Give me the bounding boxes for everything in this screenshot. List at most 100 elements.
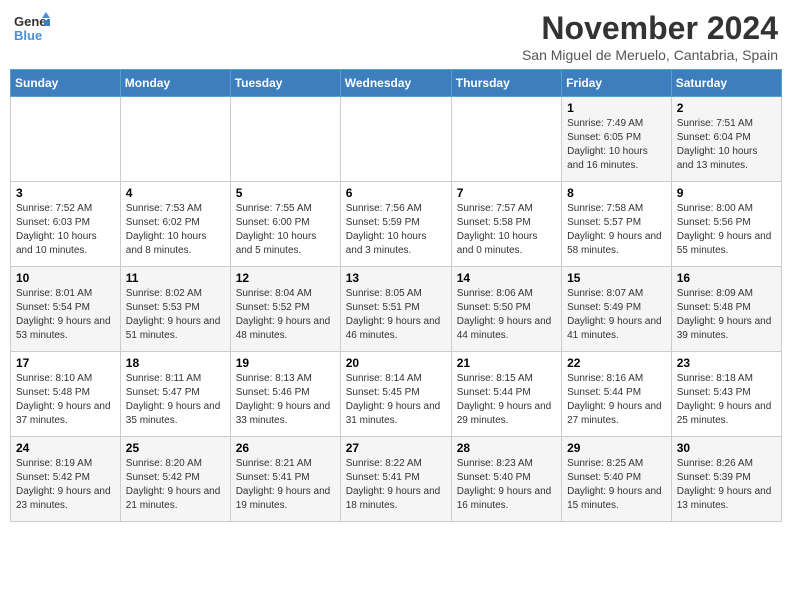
- day-number: 13: [346, 271, 446, 285]
- day-number: 8: [567, 186, 666, 200]
- calendar-week-2: 3 Sunrise: 7:52 AMSunset: 6:03 PMDaylight…: [11, 182, 782, 267]
- calendar-cell: 2 Sunrise: 7:51 AMSunset: 6:04 PMDaylight…: [671, 97, 781, 182]
- calendar-cell: [11, 97, 121, 182]
- calendar-cell: 1 Sunrise: 7:49 AMSunset: 6:05 PMDaylight…: [562, 97, 672, 182]
- logo-icon: General Blue: [14, 10, 50, 46]
- calendar-cell: [120, 97, 230, 182]
- calendar-cell: [230, 97, 340, 182]
- day-number: 18: [126, 356, 225, 370]
- weekday-header-monday: Monday: [120, 70, 230, 97]
- calendar-cell: 9 Sunrise: 8:00 AMSunset: 5:56 PMDaylight…: [671, 182, 781, 267]
- calendar-cell: 7 Sunrise: 7:57 AMSunset: 5:58 PMDaylight…: [451, 182, 561, 267]
- day-info: Sunrise: 7:51 AMSunset: 6:04 PMDaylight:…: [677, 117, 776, 173]
- day-number: 10: [16, 271, 115, 285]
- weekday-header-wednesday: Wednesday: [340, 70, 451, 97]
- calendar-cell: 17Sunrise: 8:10 AMSunset: 5:48 PMDayligh…: [11, 352, 121, 437]
- calendar-cell: 8 Sunrise: 7:58 AMSunset: 5:57 PMDaylight…: [562, 182, 672, 267]
- day-number: 6: [346, 186, 446, 200]
- day-info: Sunrise: 7:55 AMSunset: 6:00 PMDaylight:…: [236, 202, 335, 258]
- title-block: November 2024 San Miguel de Meruelo, Can…: [522, 10, 778, 63]
- calendar-cell: 16 Sunrise: 8:09 AMSunset: 5:48 PMDayligh…: [671, 267, 781, 352]
- day-info: Sunrise: 8:06 AMSunset: 5:50 PMDaylight:…: [457, 287, 556, 343]
- day-info: Sunrise: 8:23 AMSunset: 5:40 PMDaylight:…: [457, 457, 556, 513]
- day-info: Sunrise: 8:11 AMSunset: 5:47 PMDaylight:…: [126, 372, 225, 428]
- day-number: 5: [236, 186, 335, 200]
- calendar-week-1: 1 Sunrise: 7:49 AMSunset: 6:05 PMDaylight…: [11, 97, 782, 182]
- calendar-cell: 4Sunrise: 7:53 AMSunset: 6:02 PMDaylight…: [120, 182, 230, 267]
- calendar-cell: 12 Sunrise: 8:04 AMSunset: 5:52 PMDayligh…: [230, 267, 340, 352]
- calendar-cell: 6 Sunrise: 7:56 AMSunset: 5:59 PMDaylight…: [340, 182, 451, 267]
- day-number: 15: [567, 271, 666, 285]
- day-number: 16: [677, 271, 776, 285]
- calendar-cell: 11Sunrise: 8:02 AMSunset: 5:53 PMDayligh…: [120, 267, 230, 352]
- calendar-table: SundayMondayTuesdayWednesdayThursdayFrid…: [10, 69, 782, 522]
- calendar-cell: 14Sunrise: 8:06 AMSunset: 5:50 PMDayligh…: [451, 267, 561, 352]
- day-number: 29: [567, 441, 666, 455]
- day-info: Sunrise: 8:15 AMSunset: 5:44 PMDaylight:…: [457, 372, 556, 428]
- calendar-cell: 10Sunrise: 8:01 AMSunset: 5:54 PMDayligh…: [11, 267, 121, 352]
- day-info: Sunrise: 8:09 AMSunset: 5:48 PMDaylight:…: [677, 287, 776, 343]
- month-title: November 2024: [522, 10, 778, 47]
- calendar-cell: 18 Sunrise: 8:11 AMSunset: 5:47 PMDayligh…: [120, 352, 230, 437]
- day-info: Sunrise: 8:16 AMSunset: 5:44 PMDaylight:…: [567, 372, 666, 428]
- weekday-header-thursday: Thursday: [451, 70, 561, 97]
- calendar-cell: 23 Sunrise: 8:18 AMSunset: 5:43 PMDayligh…: [671, 352, 781, 437]
- calendar-cell: [451, 97, 561, 182]
- calendar-cell: 25Sunrise: 8:20 AMSunset: 5:42 PMDayligh…: [120, 437, 230, 522]
- day-number: 3: [16, 186, 115, 200]
- calendar-cell: 15Sunrise: 8:07 AMSunset: 5:49 PMDayligh…: [562, 267, 672, 352]
- calendar-body: 1 Sunrise: 7:49 AMSunset: 6:05 PMDaylight…: [11, 97, 782, 522]
- day-number: 22: [567, 356, 666, 370]
- day-number: 30: [677, 441, 776, 455]
- day-info: Sunrise: 7:56 AMSunset: 5:59 PMDaylight:…: [346, 202, 446, 258]
- day-info: Sunrise: 8:18 AMSunset: 5:43 PMDaylight:…: [677, 372, 776, 428]
- day-number: 9: [677, 186, 776, 200]
- day-info: Sunrise: 8:25 AMSunset: 5:40 PMDaylight:…: [567, 457, 666, 513]
- day-number: 19: [236, 356, 335, 370]
- day-info: Sunrise: 8:00 AMSunset: 5:56 PMDaylight:…: [677, 202, 776, 258]
- day-number: 1: [567, 101, 666, 115]
- day-number: 25: [126, 441, 225, 455]
- day-number: 12: [236, 271, 335, 285]
- calendar-cell: [340, 97, 451, 182]
- calendar-cell: 26 Sunrise: 8:21 AMSunset: 5:41 PMDayligh…: [230, 437, 340, 522]
- calendar-cell: 22 Sunrise: 8:16 AMSunset: 5:44 PMDayligh…: [562, 352, 672, 437]
- calendar-cell: 21Sunrise: 8:15 AMSunset: 5:44 PMDayligh…: [451, 352, 561, 437]
- calendar-cell: 13 Sunrise: 8:05 AMSunset: 5:51 PMDayligh…: [340, 267, 451, 352]
- calendar-week-4: 17Sunrise: 8:10 AMSunset: 5:48 PMDayligh…: [11, 352, 782, 437]
- day-number: 26: [236, 441, 335, 455]
- calendar-cell: 29 Sunrise: 8:25 AMSunset: 5:40 PMDayligh…: [562, 437, 672, 522]
- day-info: Sunrise: 8:22 AMSunset: 5:41 PMDaylight:…: [346, 457, 446, 513]
- weekday-header-friday: Friday: [562, 70, 672, 97]
- day-number: 4: [126, 186, 225, 200]
- weekday-header-saturday: Saturday: [671, 70, 781, 97]
- day-number: 11: [126, 271, 225, 285]
- calendar-cell: 19 Sunrise: 8:13 AMSunset: 5:46 PMDayligh…: [230, 352, 340, 437]
- day-info: Sunrise: 7:58 AMSunset: 5:57 PMDaylight:…: [567, 202, 666, 258]
- calendar-week-3: 10Sunrise: 8:01 AMSunset: 5:54 PMDayligh…: [11, 267, 782, 352]
- calendar-cell: 28Sunrise: 8:23 AMSunset: 5:40 PMDayligh…: [451, 437, 561, 522]
- calendar-cell: 3 Sunrise: 7:52 AMSunset: 6:03 PMDaylight…: [11, 182, 121, 267]
- day-info: Sunrise: 8:04 AMSunset: 5:52 PMDaylight:…: [236, 287, 335, 343]
- svg-text:Blue: Blue: [14, 28, 42, 43]
- day-info: Sunrise: 8:05 AMSunset: 5:51 PMDaylight:…: [346, 287, 446, 343]
- calendar-cell: 30 Sunrise: 8:26 AMSunset: 5:39 PMDayligh…: [671, 437, 781, 522]
- day-info: Sunrise: 7:52 AMSunset: 6:03 PMDaylight:…: [16, 202, 115, 258]
- location-title: San Miguel de Meruelo, Cantabria, Spain: [522, 47, 778, 63]
- day-info: Sunrise: 7:57 AMSunset: 5:58 PMDaylight:…: [457, 202, 556, 258]
- day-info: Sunrise: 8:19 AMSunset: 5:42 PMDaylight:…: [16, 457, 115, 513]
- weekday-header-tuesday: Tuesday: [230, 70, 340, 97]
- day-number: 2: [677, 101, 776, 115]
- day-info: Sunrise: 8:21 AMSunset: 5:41 PMDaylight:…: [236, 457, 335, 513]
- weekday-header-sunday: Sunday: [11, 70, 121, 97]
- logo: General Blue: [14, 10, 50, 46]
- day-info: Sunrise: 7:49 AMSunset: 6:05 PMDaylight:…: [567, 117, 666, 173]
- day-number: 7: [457, 186, 556, 200]
- day-number: 24: [16, 441, 115, 455]
- day-info: Sunrise: 8:13 AMSunset: 5:46 PMDaylight:…: [236, 372, 335, 428]
- day-number: 20: [346, 356, 446, 370]
- calendar-cell: 20 Sunrise: 8:14 AMSunset: 5:45 PMDayligh…: [340, 352, 451, 437]
- day-info: Sunrise: 8:14 AMSunset: 5:45 PMDaylight:…: [346, 372, 446, 428]
- day-info: Sunrise: 8:26 AMSunset: 5:39 PMDaylight:…: [677, 457, 776, 513]
- day-number: 23: [677, 356, 776, 370]
